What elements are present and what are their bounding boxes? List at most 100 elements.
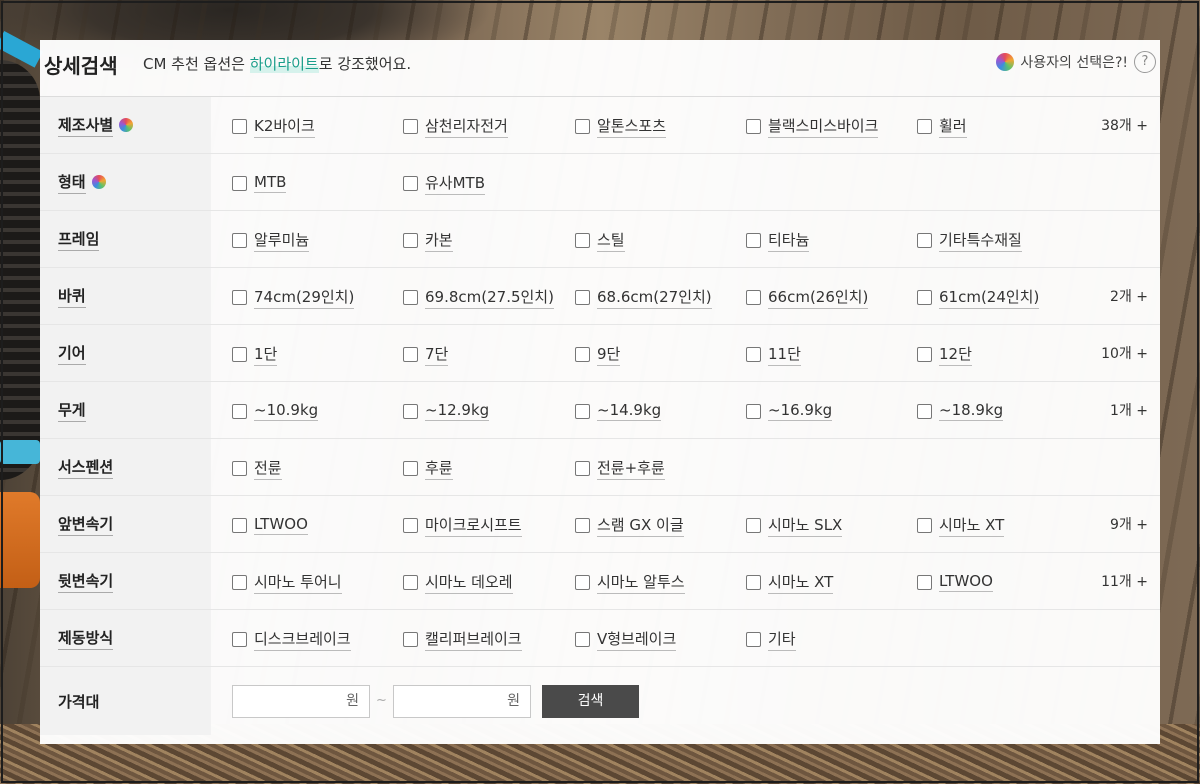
- filter-option[interactable]: 시마노 데오레: [403, 570, 513, 594]
- filter-option[interactable]: 68.6cm(27인치): [575, 285, 712, 309]
- checkbox[interactable]: [746, 346, 761, 362]
- checkbox[interactable]: [575, 118, 590, 134]
- filter-option[interactable]: ~12.9kg: [403, 399, 490, 423]
- checkbox[interactable]: [746, 517, 761, 533]
- filter-option[interactable]: 시마노 XT: [746, 570, 834, 594]
- checkbox[interactable]: [917, 118, 932, 134]
- checkbox[interactable]: [575, 403, 590, 419]
- checkbox[interactable]: [575, 517, 590, 533]
- checkbox[interactable]: [917, 289, 932, 305]
- checkbox[interactable]: [232, 574, 247, 590]
- more-options-button[interactable]: 1개 +: [1110, 400, 1148, 420]
- filter-option[interactable]: 7단: [403, 342, 449, 366]
- checkbox[interactable]: [232, 232, 247, 248]
- checkbox[interactable]: [403, 574, 418, 590]
- checkbox[interactable]: [232, 460, 247, 476]
- filter-option[interactable]: 61cm(24인치): [917, 285, 1040, 309]
- checkbox[interactable]: [232, 403, 247, 419]
- checkbox[interactable]: [403, 175, 418, 191]
- filter-option[interactable]: 티타늄: [746, 228, 810, 252]
- filter-option[interactable]: 시마노 XT: [917, 513, 1005, 537]
- filter-option[interactable]: 후륜: [403, 456, 453, 480]
- filter-option[interactable]: ~10.9kg: [232, 399, 319, 423]
- filter-option[interactable]: ~16.9kg: [746, 399, 833, 423]
- filter-option[interactable]: 74cm(29인치): [232, 285, 355, 309]
- checkbox[interactable]: [746, 289, 761, 305]
- filter-option[interactable]: 블랙스미스바이크: [746, 114, 879, 138]
- more-options-button[interactable]: 9개 +: [1110, 514, 1148, 534]
- filter-option[interactable]: 알톤스포츠: [575, 114, 667, 138]
- checkbox[interactable]: [746, 574, 761, 590]
- checkbox[interactable]: [403, 118, 418, 134]
- checkbox[interactable]: [917, 574, 932, 590]
- price-max-input[interactable]: 원: [393, 685, 531, 718]
- checkbox[interactable]: [575, 232, 590, 248]
- user-pick-link[interactable]: 사용자의 선택은?!: [996, 52, 1128, 72]
- checkbox[interactable]: [746, 118, 761, 134]
- checkbox[interactable]: [917, 346, 932, 362]
- checkbox[interactable]: [403, 346, 418, 362]
- checkbox[interactable]: [403, 403, 418, 419]
- checkbox[interactable]: [746, 631, 761, 647]
- filter-option[interactable]: 9단: [575, 342, 621, 366]
- filter-option[interactable]: 전륜: [232, 456, 282, 480]
- filter-option[interactable]: 삼천리자전거: [403, 114, 508, 138]
- filter-option[interactable]: 시마노 SLX: [746, 513, 843, 537]
- checkbox[interactable]: [232, 631, 247, 647]
- filter-option[interactable]: 69.8cm(27.5인치): [403, 285, 554, 309]
- filter-option[interactable]: 12단: [917, 342, 972, 366]
- checkbox[interactable]: [917, 232, 932, 248]
- filter-option[interactable]: 카본: [403, 228, 453, 252]
- checkbox[interactable]: [575, 631, 590, 647]
- filter-option[interactable]: 기타특수재질: [917, 228, 1022, 252]
- filter-option[interactable]: 알루미늄: [232, 228, 310, 252]
- filter-option[interactable]: 디스크브레이크: [232, 627, 351, 651]
- checkbox[interactable]: [746, 403, 761, 419]
- filter-option[interactable]: 66cm(26인치): [746, 285, 869, 309]
- checkbox[interactable]: [575, 574, 590, 590]
- filter-option[interactable]: 전륜+후륜: [575, 456, 665, 480]
- checkbox[interactable]: [403, 289, 418, 305]
- help-icon[interactable]: ?: [1134, 51, 1156, 73]
- filter-option[interactable]: 1단: [232, 342, 278, 366]
- checkbox[interactable]: [232, 289, 247, 305]
- filter-option[interactable]: 시마노 투어니: [232, 570, 342, 594]
- filter-option[interactable]: 마이크로시프트: [403, 513, 522, 537]
- checkbox[interactable]: [403, 460, 418, 476]
- more-options-button[interactable]: 11개 +: [1101, 571, 1148, 591]
- filter-option[interactable]: 스램 GX 이글: [575, 513, 684, 537]
- more-options-button[interactable]: 38개 +: [1101, 115, 1148, 135]
- more-options-button[interactable]: 2개 +: [1110, 286, 1148, 306]
- checkbox[interactable]: [575, 460, 590, 476]
- search-button[interactable]: 검색: [542, 685, 639, 718]
- filter-option[interactable]: 캘리퍼브레이크: [403, 627, 522, 651]
- filter-option[interactable]: LTWOO: [232, 513, 308, 537]
- filter-option[interactable]: 스틸: [575, 228, 625, 252]
- checkbox[interactable]: [232, 346, 247, 362]
- filter-option[interactable]: 기타: [746, 627, 796, 651]
- checkbox[interactable]: [575, 289, 590, 305]
- checkbox[interactable]: [232, 175, 247, 191]
- filter-option[interactable]: LTWOO: [917, 570, 993, 594]
- filter-option[interactable]: 시마노 알투스: [575, 570, 685, 594]
- filter-option[interactable]: ~18.9kg: [917, 399, 1004, 423]
- filter-option[interactable]: ~14.9kg: [575, 399, 662, 423]
- checkbox[interactable]: [917, 517, 932, 533]
- checkbox[interactable]: [746, 232, 761, 248]
- checkbox[interactable]: [575, 346, 590, 362]
- filter-option[interactable]: MTB: [232, 171, 287, 195]
- checkbox[interactable]: [403, 517, 418, 533]
- filter-option[interactable]: 휠러: [917, 114, 967, 138]
- checkbox[interactable]: [232, 118, 247, 134]
- option-label: 11단: [768, 343, 801, 366]
- filter-option[interactable]: 11단: [746, 342, 801, 366]
- checkbox[interactable]: [403, 232, 418, 248]
- checkbox[interactable]: [403, 631, 418, 647]
- filter-option[interactable]: V형브레이크: [575, 627, 677, 651]
- filter-option[interactable]: K2바이크: [232, 114, 315, 138]
- more-options-button[interactable]: 10개 +: [1101, 343, 1148, 363]
- filter-option[interactable]: 유사MTB: [403, 171, 485, 195]
- checkbox[interactable]: [917, 403, 932, 419]
- checkbox[interactable]: [232, 517, 247, 533]
- price-min-input[interactable]: 원: [232, 685, 370, 718]
